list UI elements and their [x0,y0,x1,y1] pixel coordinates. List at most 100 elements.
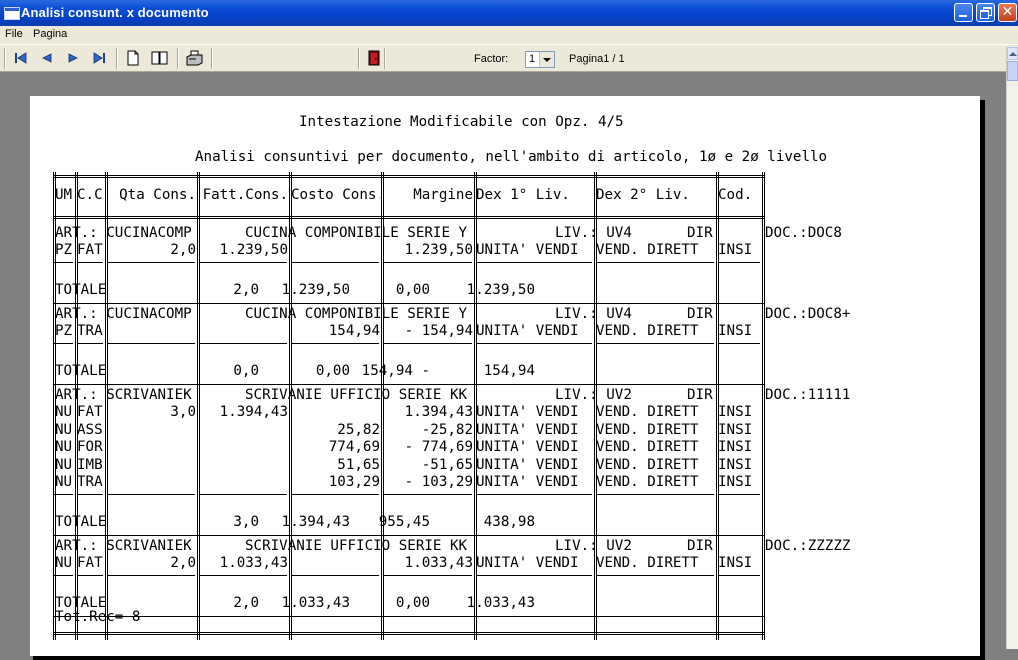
table-cell: 3,0 [170,404,196,420]
rule-line [291,493,379,495]
table-cell: INSI [718,474,753,490]
rule-line [77,342,103,344]
group-header: LIV.: UV2 [555,387,632,403]
group-header: LIV.: UV4 [555,225,632,241]
exit-button[interactable] [366,50,382,66]
total-costo: 955,45 [378,513,430,530]
rule-line [107,574,195,576]
table-cell: VEND. DIRETT [596,323,699,339]
column-rule [716,172,717,640]
rule-line [718,261,760,263]
total-records: Tot.Rec= 8 [55,609,141,625]
group-header: DIR [687,225,713,241]
rule-line [53,534,764,536]
column-rule [197,172,198,640]
total-qta: 0,0 [233,362,259,379]
table-cell: 1.394,43 [404,404,473,420]
rule-line [199,342,287,344]
rule-line [53,383,764,385]
table-cell: VEND. DIRETT [596,456,699,473]
next-page-button[interactable] [65,50,81,66]
table-cell: FAT [77,404,103,420]
rule-line [53,342,73,344]
menu-pagina[interactable]: Pagina [33,28,67,40]
table-cell: FOR [77,439,103,455]
print-button[interactable] [186,50,203,66]
menu-file[interactable]: File [5,28,23,40]
two-pages-button[interactable] [151,50,168,66]
rule-line [53,302,764,304]
group-header: LIV.: UV4 [555,306,632,322]
toolbar-separator [358,48,360,69]
scroll-up-button[interactable] [1007,47,1018,60]
rule-line [77,574,103,576]
rule-line [53,634,764,635]
column-rule [291,172,292,640]
last-page-button[interactable] [91,50,107,66]
rule-line [383,493,472,495]
rule-line [107,342,195,344]
rule-line [53,493,73,495]
table-cell: VEND. DIRETT [596,474,699,490]
total-margine: 1.033,43 [466,594,535,611]
minimize-button[interactable] [954,3,973,22]
factor-value: 1 [529,53,536,65]
table-cell: NU [55,555,73,571]
rule-line [53,218,764,219]
report-subtitle: Analisi consuntivi per documento, nell'a… [195,149,828,165]
table-cell: 1.239,50 [219,242,288,258]
table-cell: UNITA' VENDI [476,404,579,420]
table-cell: NU [55,474,73,490]
total-margine: 1.239,50 [466,281,535,298]
table-cell: NU [55,421,73,438]
two-pages-icon [151,51,168,65]
table-cell: - 774,69 [404,439,473,455]
rule-line [476,574,592,576]
title-bar[interactable]: Analisi consunt. x documento ✕ [0,0,1018,26]
factor-select[interactable]: 1 [525,51,555,68]
previous-page-icon [42,53,52,63]
total-fatt: 0,00 [315,362,350,379]
first-page-button[interactable] [13,50,29,66]
column-rule [474,172,475,640]
table-cell: VEND. DIRETT [596,439,699,455]
single-page-button[interactable] [125,50,141,66]
group-header: SCRIVANIE UFFICIO SERIE KK [245,538,468,554]
toolbar-separator [177,48,179,69]
total-costo: 0,00 [395,594,430,611]
minimize-icon [959,15,967,17]
table-cell: PZ [55,242,73,258]
column-rule [53,172,54,640]
close-button[interactable]: ✕ [998,3,1017,22]
table-cell: PZ [55,323,73,339]
scroll-thumb[interactable] [1007,61,1018,81]
vertical-scrollbar[interactable] [1006,47,1018,649]
total-label: TOTALE [55,281,107,298]
group-header: DOC.:11111 [765,387,851,403]
total-margine: 154,94 [483,362,535,379]
table-cell: VEND. DIRETT [596,421,699,438]
column-header: C.C [77,187,103,203]
column-header: Margine [413,187,473,203]
rule-line [53,261,73,263]
report-page: Intestazione Modificabile con Opz. 4/5 An… [30,96,980,656]
column-header: Fatt.Cons. [202,187,288,203]
previous-page-button[interactable] [39,50,55,66]
table-cell: INSI [718,404,753,420]
column-rule [381,172,382,640]
rule-line [199,574,287,576]
table-cell: -51,65 [421,456,473,473]
toolbar-separator [116,48,118,69]
table-cell: 154,94 [328,323,380,339]
column-rule [75,172,76,640]
factor-label: Factor: [474,53,509,65]
restore-button[interactable] [976,3,995,22]
total-fatt: 1.033,43 [281,594,350,611]
chevron-down-icon[interactable] [539,52,554,67]
total-fatt: 1.394,43 [281,513,350,530]
toolbar-separator [211,48,213,69]
column-header: Qta Cons. [119,187,196,203]
table-cell: NU [55,456,73,473]
app-icon [4,7,20,20]
table-cell: UNITA' VENDI [476,439,579,455]
